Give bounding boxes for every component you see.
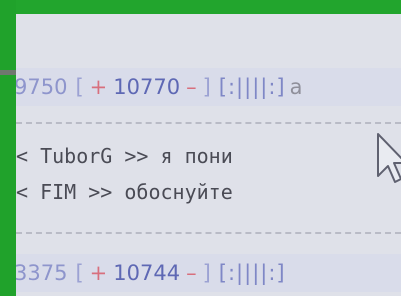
upvote-button[interactable]: + <box>90 75 108 99</box>
upvote-button[interactable]: + <box>90 261 108 285</box>
rating-bar-button[interactable]: [:||||:] <box>219 261 286 285</box>
window-frame-top <box>0 0 401 14</box>
downvote-button[interactable]: – <box>186 75 197 99</box>
vote-bracket-open: [ <box>75 75 84 99</box>
quote-rating: 10770 <box>113 75 181 99</box>
rating-bar-button[interactable]: [:||||:] <box>219 75 286 99</box>
quote-id-link[interactable]: 3375 <box>16 261 67 285</box>
quote-rating: 10744 <box>113 261 181 285</box>
quote-line: < FIM >> обоснуйте <box>16 180 233 204</box>
vote-bracket-close: ] <box>202 75 211 99</box>
vote-bracket-open: [ <box>75 261 84 285</box>
quote-divider-bottom <box>16 232 401 234</box>
quote-divider-top <box>16 122 401 124</box>
vote-bracket-close: ] <box>202 261 211 285</box>
quote-header-top: 9750 [ + 10770 – ] [:||||:] a <box>16 68 401 106</box>
quote-id-link[interactable]: 9750 <box>16 75 67 99</box>
window-frame-left <box>0 0 16 296</box>
mouse-pointer-icon <box>377 133 401 183</box>
trailing-text: a <box>289 75 303 99</box>
quote-header-bottom: 3375 [ + 10744 – ] [:||||:] <box>16 254 401 292</box>
quote-line: < TuborG >> я пони <box>16 144 233 168</box>
downvote-button[interactable]: – <box>186 261 197 285</box>
quote-page: 9750 [ + 10770 – ] [:||||:] a < TuborG >… <box>16 14 401 296</box>
